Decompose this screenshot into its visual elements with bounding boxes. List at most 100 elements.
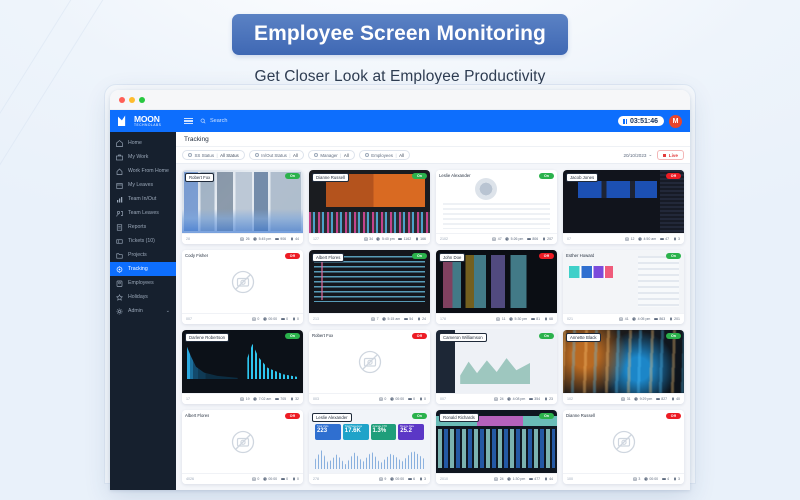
sidebar-item-work-from-home[interactable]: Work From Home (110, 164, 176, 178)
sidebar-item-my-leaves[interactable]: My Leaves (110, 178, 176, 192)
brand-logo[interactable]: MOON TECHNOLABS (116, 115, 178, 127)
card-stat-value: 81 (536, 317, 541, 321)
employee-name: Leslie Alexander (312, 413, 352, 422)
sidebar-item-reports[interactable]: Reports (110, 220, 176, 234)
card-time-left: 2102 (440, 237, 448, 241)
employee-name: Cameron Williamson (439, 333, 487, 342)
status-badge: On (412, 253, 427, 259)
card-footer: 4026 0 00:00 0 0 (182, 473, 303, 484)
filter-chip-ss-status[interactable]: SS Status | All Status (182, 150, 245, 160)
keyboard-icon (274, 398, 279, 401)
work-timer[interactable]: 03:51:46 (618, 116, 664, 126)
card-stat: 32 (290, 397, 299, 401)
card-stat-value: 4 (667, 477, 670, 481)
sidebar-item-my-work[interactable]: My Work (110, 150, 176, 164)
card-stat: 4:05 pm (632, 317, 650, 321)
card-stat: 827 (655, 397, 667, 401)
clock-icon (376, 237, 381, 241)
screenshot-icon (371, 317, 376, 321)
clock-icon (382, 317, 386, 321)
card-stat-value: 47 (665, 237, 670, 241)
card-stat: 81 (530, 317, 541, 321)
status-badge: Off (411, 333, 427, 339)
search-input[interactable]: Search (200, 118, 227, 124)
employee-card[interactable]: Annette Black On 102 31 9:29 pm 827 40 (563, 330, 684, 404)
live-button[interactable]: Live (657, 150, 684, 160)
employee-card[interactable]: Robert Fox Off 003 0 00:00 0 0 (309, 330, 430, 404)
page-title: Employee Screen Monitoring (232, 14, 568, 55)
employee-card[interactable]: Leslie Alexander On 2102 47 5:26 pm 806 207 (436, 170, 557, 244)
id-badge-icon (116, 280, 123, 287)
card-stat: 24 (494, 477, 504, 481)
date-picker[interactable]: 20/10/2023 ⌄ (623, 152, 652, 158)
employee-card[interactable]: Dianne Russell On 127 34 5:40 pm 1162 166 (309, 170, 430, 244)
employee-name: Dianne Russell (566, 413, 595, 418)
clock-icon (644, 477, 648, 481)
sidebar-item-home[interactable]: Home (110, 136, 176, 150)
sidebar-item-projects[interactable]: Projects (110, 248, 176, 262)
employee-card[interactable]: Cameron Williamson On 007 24 4:08 pm 354 23 (436, 330, 557, 404)
kpi-value: 17.6K (344, 428, 361, 435)
close-window-button[interactable] (119, 96, 125, 103)
star-icon (116, 293, 123, 301)
employee-card[interactable]: Cody Fisher Off 007 0 00:00 0 0 (182, 250, 303, 324)
card-time-left: 178 (440, 317, 446, 321)
employee-card[interactable]: Dianne Russell Off 100 3 00:00 4 3 (563, 410, 684, 484)
document-icon (116, 223, 123, 231)
chart-icon (116, 196, 123, 203)
card-stat-value: 4:08 pm (512, 397, 526, 401)
sidebar-item-label: My Work (128, 154, 149, 160)
employee-card[interactable]: Robert Fox On 28 26 5:45 pm 906 44 (182, 170, 303, 244)
avatar[interactable]: M (669, 114, 682, 128)
sidebar-item-holidays[interactable]: Holidays (110, 290, 176, 304)
employee-card[interactable]: Total Visits 223 Total Pageviews 17.6K Avara… (309, 410, 430, 484)
employee-card[interactable]: Ronald Richards On 2010 24 1:30 pm 477 44 (436, 410, 557, 484)
sidebar-item-team-in-out[interactable]: Team In/Out (110, 192, 176, 206)
gear-icon (116, 308, 123, 315)
card-footer: 102 31 9:29 pm 827 40 (563, 393, 684, 404)
card-time-left: 007 (440, 397, 446, 401)
sidebar-item-employees[interactable]: Employees (110, 276, 176, 290)
card-stat-value: 7:02 am (258, 397, 272, 401)
employee-card[interactable]: Albert Flores Off 4026 0 00:00 0 0 (182, 410, 303, 484)
status-badge: On (539, 173, 554, 179)
filter-chip-in-out-status[interactable]: In/Out Status | All (248, 150, 304, 160)
sidebar-item-tickets-10[interactable]: Tickets (10) (110, 234, 176, 248)
employee-card[interactable]: Jacob Jones Off 07 12 4:50 am 47 3 (563, 170, 684, 244)
sidebar-item-team-leaves[interactable]: Team Leaves (110, 206, 176, 220)
clock-icon (507, 397, 511, 401)
filter-chip-manager[interactable]: Manager | All (307, 150, 355, 160)
employee-card[interactable]: Esther Howard On 021 41 4:05 pm 863 201 (563, 250, 684, 324)
minimize-window-button[interactable] (129, 96, 135, 103)
sidebar-item-admin[interactable]: Admin ⌄ (110, 304, 176, 318)
filter-value: All (293, 152, 298, 158)
card-stat: 4:50 am (638, 237, 656, 241)
card-stat-value: 00:00 (395, 477, 405, 481)
sidebar-item-tracking[interactable]: Tracking (110, 262, 176, 276)
keyboard-icon (407, 478, 412, 481)
hamburger-icon[interactable] (184, 117, 193, 125)
employee-name: Leslie Alexander (439, 173, 471, 178)
card-stat: 41 (619, 317, 629, 321)
keyboard-icon (528, 478, 533, 481)
gear-icon (364, 153, 369, 157)
keyboard-icon (280, 478, 285, 481)
card-stat: 0 (292, 317, 299, 321)
card-stat-value: 3 (638, 477, 641, 481)
card-stat: 00:00 (390, 477, 404, 481)
card-stat-value: 44 (549, 477, 553, 481)
card-stat-value: 5:26 pm (510, 237, 524, 241)
employee-card[interactable]: Albert Flores On 213 7 5:15 am 54 24 (309, 250, 430, 324)
card-stat-value: 9 (384, 477, 387, 481)
status-badge: On (285, 173, 300, 179)
filter-label: Employees (371, 152, 393, 158)
card-stat-value: 44 (295, 237, 299, 241)
employee-card[interactable]: John Doe Off 178 11 5:30 pm 81 68 (436, 250, 557, 324)
filter-chip-employees[interactable]: Employees | All (358, 150, 411, 160)
employee-card[interactable]: Darlene Robertson On 17 19 7:02 am 705 32 (182, 330, 303, 404)
employee-name: Albert Flores (312, 253, 345, 262)
card-stat-value: 0 (286, 477, 289, 481)
card-stat: 3 (632, 477, 641, 481)
maximize-window-button[interactable] (139, 96, 145, 103)
live-indicator-icon (663, 153, 667, 157)
